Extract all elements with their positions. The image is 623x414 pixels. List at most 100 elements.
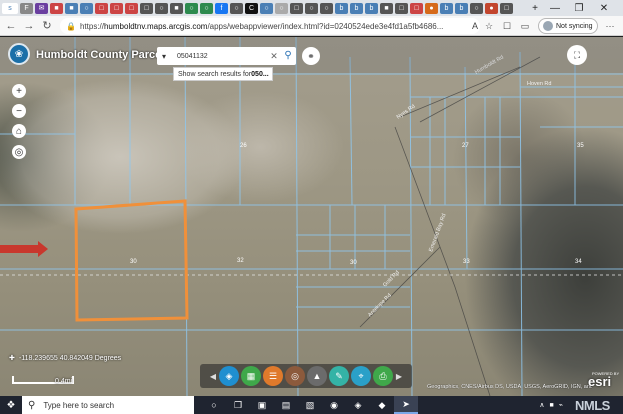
- browser-tab[interactable]: ○: [230, 2, 243, 14]
- browser-tab[interactable]: ●: [485, 2, 498, 14]
- parcel-boundary: [349, 56, 353, 206]
- toolbar-next-icon[interactable]: ▶: [394, 372, 404, 381]
- measure-tool[interactable]: ▲: [307, 366, 327, 386]
- browser-tab[interactable]: b: [365, 2, 378, 14]
- taskbar-app-icon[interactable]: ➤: [394, 396, 418, 414]
- browser-tab[interactable]: □: [500, 2, 513, 14]
- browser-tab[interactable]: ●: [425, 2, 438, 14]
- taskbar-app-icon[interactable]: ◆: [370, 396, 394, 414]
- browser-tab[interactable]: ○: [320, 2, 333, 14]
- link-icon[interactable]: ⚭: [302, 47, 320, 65]
- windows-taskbar: ❖ ⚲ Type here to search ○ ❐ ▣ ▤ ▧ ◉ ◈ ◆ ➤ ∧ ■ ⌁: [0, 396, 623, 414]
- browser-tab[interactable]: ○: [200, 2, 213, 14]
- browser-tab[interactable]: b: [455, 2, 468, 14]
- browser-tab[interactable]: s: [2, 2, 18, 14]
- refresh-icon[interactable]: ↻: [40, 18, 54, 34]
- app-title: Humboldt County Parcels: [36, 49, 171, 61]
- forward-arrow-icon[interactable]: →: [22, 18, 36, 34]
- windows-start-icon[interactable]: ❖: [0, 396, 22, 414]
- tray-icon[interactable]: ■: [550, 402, 554, 409]
- parcel-number: 30: [130, 259, 137, 265]
- browser-tab[interactable]: □: [410, 2, 423, 14]
- url-host: humboldtnv.maps.arcgis.com: [103, 21, 208, 31]
- query-tool[interactable]: ◎: [285, 366, 305, 386]
- taskbar-app-icon[interactable]: ▣: [250, 396, 274, 414]
- parcel-number: 26: [240, 143, 247, 149]
- profile-sync-button[interactable]: Not syncing: [538, 18, 598, 34]
- browser-tab[interactable]: ○: [305, 2, 318, 14]
- basemap-tool[interactable]: ▦: [241, 366, 261, 386]
- url-path: /apps/webappviewer/index.html?id=0240524…: [207, 21, 444, 31]
- parcel-overlay: Humboldt Rd Hoven Rd Nyes Rd Emerald Bay…: [0, 37, 623, 396]
- browser-tab[interactable]: ■: [170, 2, 183, 14]
- road-label: Hoven Rd: [527, 81, 551, 87]
- browser-tab[interactable]: ■: [50, 2, 63, 14]
- browser-menu-button[interactable]: ···: [603, 18, 617, 34]
- url-prefix: https://: [79, 21, 104, 31]
- browser-tab[interactable]: ○: [80, 2, 93, 14]
- browser-tab[interactable]: b: [440, 2, 453, 14]
- clear-search-icon[interactable]: ✕: [268, 51, 280, 62]
- browser-tab[interactable]: ■: [380, 2, 393, 14]
- taskbar-app-icon[interactable]: ▧: [298, 396, 322, 414]
- search-source-dropdown-icon[interactable]: ▾: [157, 52, 171, 61]
- taskbar-app-icon[interactable]: ❐: [226, 396, 250, 414]
- browser-tab[interactable]: b: [350, 2, 363, 14]
- browser-tab[interactable]: ○: [275, 2, 288, 14]
- browser-tab[interactable]: □: [140, 2, 153, 14]
- layer-list-tool[interactable]: ◈: [219, 366, 239, 386]
- browser-tab[interactable]: □: [95, 2, 108, 14]
- road-label: Nyes Rd: [396, 104, 417, 121]
- search-icon[interactable]: ⚲: [280, 47, 296, 65]
- home-icon[interactable]: ⌂: [12, 124, 26, 138]
- zoom-in-button[interactable]: +: [12, 84, 26, 98]
- locate-icon[interactable]: ◎: [12, 145, 26, 159]
- extensions-icon[interactable]: ☐: [500, 18, 514, 34]
- address-bar[interactable]: 🔒 https://humboldtnv.maps.arcgis.com/app…: [60, 18, 480, 34]
- browser-tab[interactable]: □: [290, 2, 303, 14]
- back-arrow-icon[interactable]: ←: [4, 18, 18, 34]
- browser-tab[interactable]: ○: [260, 2, 273, 14]
- esri-logo[interactable]: esri: [588, 374, 611, 389]
- browser-tab[interactable]: f: [215, 2, 228, 14]
- browser-tab[interactable]: ○: [185, 2, 198, 14]
- search-icon: ⚲: [28, 399, 36, 411]
- legend-tool[interactable]: ☰: [263, 366, 283, 386]
- browser-tab[interactable]: F: [20, 2, 33, 14]
- browser-tab[interactable]: ■: [65, 2, 78, 14]
- minimize-icon[interactable]: —: [545, 0, 565, 16]
- browser-tab[interactable]: b: [335, 2, 348, 14]
- toolbar-prev-icon[interactable]: ◀: [208, 372, 218, 381]
- share-tool[interactable]: ⌖: [351, 366, 371, 386]
- browser-tab[interactable]: ○: [155, 2, 168, 14]
- draw-tool[interactable]: ✎: [329, 366, 349, 386]
- favorite-star-icon[interactable]: ☆: [482, 18, 496, 34]
- search-input[interactable]: 05041132: [171, 53, 268, 60]
- taskbar-app-icon[interactable]: ◈: [346, 396, 370, 414]
- taskbar-app-icon[interactable]: ○: [202, 396, 226, 414]
- collections-icon[interactable]: ▭: [518, 18, 532, 34]
- browser-tab[interactable]: ○: [470, 2, 483, 14]
- restore-icon[interactable]: ❐: [569, 0, 589, 16]
- crosshair-icon[interactable]: ✚: [9, 354, 17, 362]
- browser-tab[interactable]: C: [245, 2, 258, 14]
- browser-tab[interactable]: □: [125, 2, 138, 14]
- new-tab-button[interactable]: +: [525, 0, 545, 16]
- read-aloud-icon[interactable]: A: [468, 18, 482, 34]
- close-window-icon[interactable]: ✕: [594, 0, 614, 16]
- taskbar-app-icon[interactable]: ▤: [274, 396, 298, 414]
- parcel-search-box: ▾ 05041132 ✕ ⚲: [157, 47, 296, 65]
- tray-icon[interactable]: ∧: [539, 401, 544, 409]
- parcel-number: 33: [463, 259, 470, 265]
- taskbar-app-icon[interactable]: ◉: [322, 396, 346, 414]
- print-tool[interactable]: ⎙: [373, 366, 393, 386]
- browser-tab[interactable]: □: [110, 2, 123, 14]
- taskbar-search-box[interactable]: ⚲ Type here to search: [22, 396, 194, 414]
- map-view[interactable]: Humboldt Rd Hoven Rd Nyes Rd Emerald Bay…: [0, 37, 623, 396]
- browser-tab[interactable]: ✉: [35, 2, 48, 14]
- zoom-out-button[interactable]: −: [12, 104, 26, 118]
- tray-icon[interactable]: ⌁: [559, 401, 563, 409]
- browser-tab[interactable]: □: [395, 2, 408, 14]
- fullscreen-icon[interactable]: ⛶: [567, 45, 587, 65]
- search-suggestion[interactable]: Show search results for 050...: [173, 67, 273, 81]
